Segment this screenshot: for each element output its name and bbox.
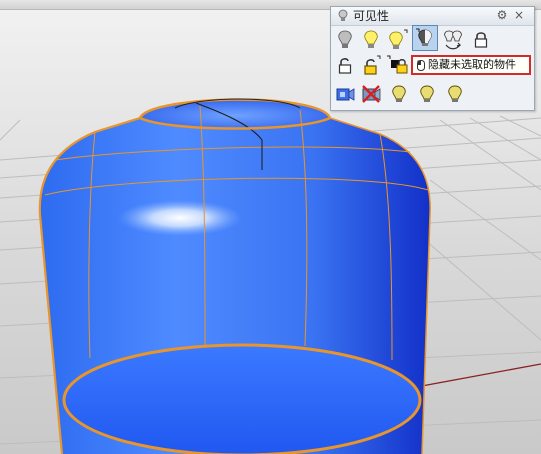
lock-tool[interactable] bbox=[468, 27, 494, 53]
mouse-icon bbox=[417, 59, 425, 71]
specular-highlight bbox=[118, 200, 242, 236]
lightbulb-on-icon bbox=[392, 85, 406, 102]
lightbulb-icon bbox=[338, 9, 348, 21]
show-camera-tool[interactable] bbox=[332, 81, 358, 107]
lock-half-icon bbox=[387, 55, 408, 74]
lightbulb-swap-icon bbox=[444, 30, 462, 50]
show-all-tool[interactable] bbox=[442, 81, 468, 107]
panel-header[interactable]: 可见性 ⚙ × bbox=[331, 7, 534, 26]
show-selected-tool[interactable] bbox=[358, 27, 384, 53]
tooltip-text: 隐藏未选取的物件 bbox=[428, 58, 516, 71]
hide-camera-tool[interactable] bbox=[358, 81, 384, 107]
lock-closed-icon bbox=[474, 32, 488, 48]
show-tool[interactable] bbox=[332, 27, 358, 53]
unlock-selected-tool[interactable] bbox=[358, 53, 384, 79]
unlock-tool[interactable] bbox=[332, 53, 358, 79]
lightbulb-half-icon bbox=[416, 28, 432, 46]
hide-points-tool[interactable] bbox=[414, 81, 440, 107]
close-button[interactable]: × bbox=[511, 8, 527, 23]
swap-hidden-tool[interactable] bbox=[440, 27, 466, 53]
lightbulb-on-icon bbox=[420, 85, 434, 102]
camera-cross-icon bbox=[362, 85, 381, 103]
tooltip: 隐藏未选取的物件 bbox=[411, 55, 531, 75]
hide-tool[interactable] bbox=[384, 27, 410, 53]
panel-title: 可见性 bbox=[353, 9, 390, 23]
lightbulb-off-icon bbox=[338, 30, 352, 48]
lock-open-icon bbox=[338, 58, 352, 74]
lightbulb-on-icon bbox=[364, 30, 378, 48]
lightbulb-on-icon bbox=[389, 29, 408, 49]
camera-blue-icon bbox=[336, 88, 355, 101]
show-points-tool[interactable] bbox=[386, 81, 412, 107]
lock-unselected-tool[interactable] bbox=[384, 53, 410, 79]
gear-icon[interactable]: ⚙ bbox=[495, 8, 509, 23]
hide-unselected-tool[interactable] bbox=[412, 25, 438, 51]
lightbulb-on-icon bbox=[448, 85, 462, 102]
lock-yellow-icon bbox=[364, 55, 381, 75]
